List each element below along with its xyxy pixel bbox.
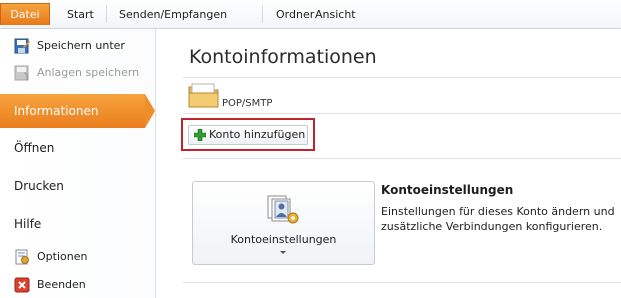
account-folder-icon [188, 83, 219, 108]
nav-tab-help[interactable]: Hilfe [14, 214, 41, 234]
page-title: Kontoinformationen [189, 46, 377, 68]
exit-icon [14, 277, 30, 293]
chevron-down-icon [280, 251, 286, 254]
save-as-icon [14, 38, 30, 54]
tab-separator [106, 5, 107, 23]
exit-label: Beenden [37, 278, 86, 291]
account-settings-button[interactable]: Kontoeinstellungen [192, 181, 375, 265]
options-label: Optionen [37, 250, 88, 263]
nav-tab-info[interactable]: Informationen [0, 94, 155, 128]
options-icon [15, 249, 29, 265]
settings-divider [183, 282, 621, 283]
add-account-button[interactable]: Konto hinzufügen [188, 125, 308, 145]
save-attachments-label: Anlagen speichern [37, 66, 140, 79]
tab-separator [262, 5, 263, 23]
add-account-highlight: Konto hinzufügen [181, 118, 315, 151]
account-selector-label: POP/SMTP [222, 98, 273, 109]
tab-start[interactable]: Start [67, 6, 94, 23]
nav-tab-open[interactable]: Öffnen [14, 138, 54, 158]
nav-tab-print[interactable]: Drucken [14, 176, 64, 196]
account-settings-description: Einstellungen für dieses Konto ändern un… [381, 205, 615, 233]
title-divider [183, 77, 621, 78]
nav-tab-info-label: Informationen [14, 104, 99, 118]
save-as-label: Speichern unter [37, 39, 125, 52]
account-settings-icon [267, 195, 299, 224]
tab-file[interactable]: Datei [0, 3, 50, 25]
tab-send-receive[interactable]: Senden/Empfangen [119, 6, 227, 23]
backstage-nav: Speichern unter Anlagen speichern Inform… [0, 29, 156, 298]
selected-arrow [145, 94, 155, 128]
account-settings-button-label: Kontoeinstellungen [230, 233, 337, 246]
save-attachments-icon [14, 65, 29, 81]
account-settings-heading: Kontoeinstellungen [381, 183, 514, 197]
plus-icon [194, 129, 206, 141]
add-account-divider [183, 158, 621, 159]
selector-divider [183, 113, 621, 114]
ribbon-tab-bar: Datei Start Senden/Empfangen Ordner Ansi… [0, 0, 621, 29]
tab-view[interactable]: Ansicht [315, 6, 356, 23]
add-account-label: Konto hinzufügen [209, 128, 306, 141]
account-selector[interactable]: POP/SMTP [184, 80, 320, 112]
tab-folder[interactable]: Ordner [276, 6, 314, 23]
